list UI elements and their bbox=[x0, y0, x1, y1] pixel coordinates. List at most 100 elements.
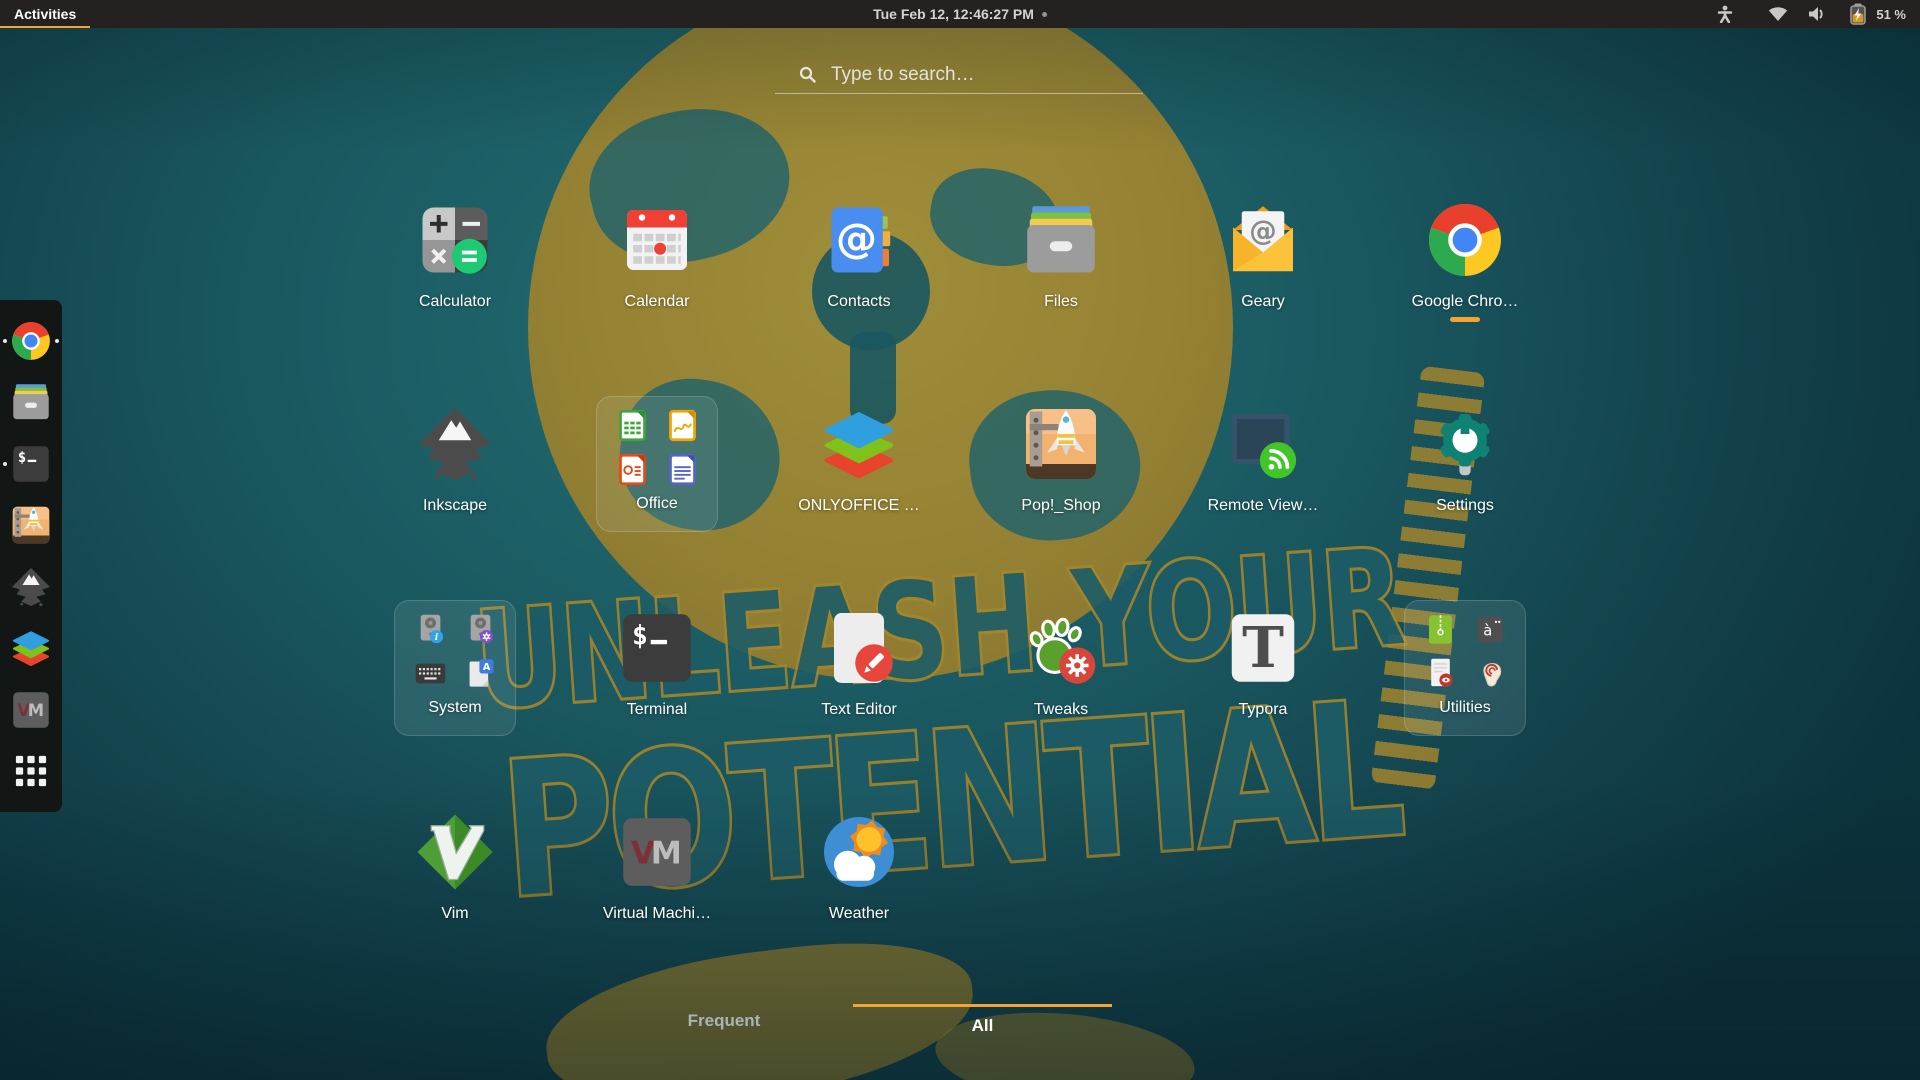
virtual-machine-icon bbox=[617, 812, 697, 892]
top-bar: Activities Tue Feb 12, 12:46:27 PM bbox=[0, 0, 1920, 28]
app-label: Pop!_Shop bbox=[1021, 497, 1100, 515]
app-label: Virtual Machi… bbox=[603, 905, 711, 923]
app-label: Settings bbox=[1436, 497, 1494, 515]
tab-all-label: All bbox=[972, 1016, 994, 1035]
app-grid-row-4: Vim Virtual Machi… Weather bbox=[354, 798, 1566, 1002]
app-typora[interactable]: Typora bbox=[1162, 594, 1364, 719]
folder-label: Office bbox=[636, 495, 678, 513]
app-label: Text Editor bbox=[821, 701, 897, 719]
dock-item-inkscape[interactable] bbox=[10, 566, 52, 608]
libreoffice-impress-icon bbox=[615, 452, 650, 487]
notification-dot bbox=[1042, 12, 1047, 17]
keyboard-icon bbox=[413, 656, 448, 691]
app-contacts[interactable]: Contacts bbox=[758, 186, 960, 311]
app-inkscape[interactable]: Inkscape bbox=[354, 390, 556, 515]
dock-item-pop-shop[interactable] bbox=[10, 504, 52, 546]
app-label: Tweaks bbox=[1034, 701, 1088, 719]
app-label: Google Chro… bbox=[1412, 293, 1519, 311]
folder-label: System bbox=[428, 699, 481, 717]
dock bbox=[0, 300, 62, 812]
app-remote-viewer[interactable]: Remote View… bbox=[1162, 390, 1364, 515]
app-label: Geary bbox=[1241, 293, 1285, 311]
app-label: Calculator bbox=[419, 293, 491, 311]
activities-active-underline bbox=[0, 26, 90, 29]
app-google-chrome[interactable]: Google Chro… bbox=[1364, 186, 1566, 322]
app-label: Weather bbox=[829, 905, 889, 923]
accessibility-icon[interactable] bbox=[1716, 5, 1734, 23]
folder-preview-icons bbox=[413, 612, 498, 691]
system-status-area[interactable]: 51 % bbox=[1716, 0, 1920, 28]
volume-icon[interactable] bbox=[1808, 6, 1828, 22]
dock-item-onlyoffice[interactable] bbox=[10, 627, 52, 669]
folder-system[interactable]: System bbox=[354, 594, 556, 736]
show-applications-button[interactable] bbox=[10, 750, 52, 792]
onlyoffice-icon bbox=[819, 404, 899, 484]
weather-icon bbox=[819, 812, 899, 892]
folder-office[interactable]: Office bbox=[556, 390, 758, 532]
app-label: Typora bbox=[1239, 701, 1288, 719]
wifi-icon[interactable] bbox=[1768, 6, 1788, 22]
app-geary[interactable]: Geary bbox=[1162, 186, 1364, 311]
app-label: Terminal bbox=[627, 701, 687, 719]
app-pop-shop[interactable]: Pop!_Shop bbox=[960, 390, 1162, 515]
app-grid: Calculator Calendar Contacts Files Geary… bbox=[354, 186, 1566, 1002]
clock-button[interactable]: Tue Feb 12, 12:46:27 PM bbox=[873, 0, 1047, 28]
dock-item-virtual-machine[interactable] bbox=[10, 689, 52, 731]
gnome-activities-overview: UNLEASH YOUR POTENTIAL Activities Tue Fe… bbox=[0, 0, 1920, 1080]
dock-item-terminal[interactable] bbox=[10, 443, 52, 485]
folder-utilities[interactable]: Utilities bbox=[1364, 594, 1566, 736]
battery-icon[interactable] bbox=[1848, 3, 1868, 25]
app-settings[interactable]: Settings bbox=[1364, 390, 1566, 515]
inkscape-icon bbox=[10, 566, 52, 608]
app-files[interactable]: Files bbox=[960, 186, 1162, 311]
app-onlyoffice[interactable]: ONLYOFFICE … bbox=[758, 390, 960, 515]
folder-preview-icons bbox=[615, 408, 700, 487]
inkscape-icon bbox=[415, 404, 495, 484]
tweaks-icon bbox=[1021, 608, 1101, 688]
app-grid-row-1: Calculator Calendar Contacts Files Geary… bbox=[354, 186, 1566, 390]
terminal-icon bbox=[617, 608, 697, 688]
clock-text: Tue Feb 12, 12:46:27 PM bbox=[873, 6, 1034, 22]
search-icon bbox=[799, 66, 816, 83]
terminal-icon bbox=[10, 443, 52, 485]
calculator-icon bbox=[415, 200, 495, 280]
app-tweaks[interactable]: Tweaks bbox=[960, 594, 1162, 719]
app-label: Contacts bbox=[827, 293, 890, 311]
search-bar[interactable]: Type to search… bbox=[775, 56, 1143, 94]
app-calculator[interactable]: Calculator bbox=[354, 186, 556, 311]
search-placeholder: Type to search… bbox=[831, 64, 975, 86]
folder-box: Office bbox=[596, 396, 718, 532]
app-grid-row-3: System Terminal Text Editor Tweaks Typor… bbox=[354, 594, 1566, 798]
disk-info-icon bbox=[413, 612, 448, 647]
app-label: ONLYOFFICE … bbox=[798, 497, 920, 515]
app-calendar[interactable]: Calendar bbox=[556, 186, 758, 311]
app-text-editor[interactable]: Text Editor bbox=[758, 594, 960, 719]
activities-button[interactable]: Activities bbox=[0, 0, 90, 28]
virtual-machine-icon bbox=[10, 689, 52, 731]
app-vim[interactable]: Vim bbox=[354, 798, 556, 923]
app-label: Inkscape bbox=[423, 497, 487, 515]
geary-icon bbox=[1223, 200, 1303, 280]
dock-item-google-chrome[interactable] bbox=[10, 320, 52, 362]
app-virtual-machine[interactable]: Virtual Machi… bbox=[556, 798, 758, 923]
character-map-dark-icon bbox=[1473, 612, 1508, 647]
folder-label: Utilities bbox=[1439, 699, 1491, 717]
app-label: Files bbox=[1044, 293, 1078, 311]
files-icon bbox=[1021, 200, 1101, 280]
app-label: Vim bbox=[441, 905, 468, 923]
tab-frequent[interactable]: Frequent bbox=[624, 1011, 824, 1031]
libreoffice-calc-icon bbox=[615, 408, 650, 443]
folder-box: System bbox=[394, 600, 516, 736]
app-label: Remote View… bbox=[1208, 497, 1319, 515]
app-terminal[interactable]: Terminal bbox=[556, 594, 758, 719]
tab-all[interactable]: All bbox=[853, 1004, 1112, 1036]
settings-icon bbox=[1425, 404, 1505, 484]
pop-shop-icon bbox=[10, 504, 52, 546]
app-label: Calendar bbox=[625, 293, 690, 311]
pop-shop-icon bbox=[1021, 404, 1101, 484]
app-weather[interactable]: Weather bbox=[758, 798, 960, 923]
onlyoffice-icon bbox=[10, 627, 52, 669]
dock-item-files[interactable] bbox=[10, 381, 52, 423]
calendar-icon bbox=[617, 200, 697, 280]
contacts-icon bbox=[819, 200, 899, 280]
